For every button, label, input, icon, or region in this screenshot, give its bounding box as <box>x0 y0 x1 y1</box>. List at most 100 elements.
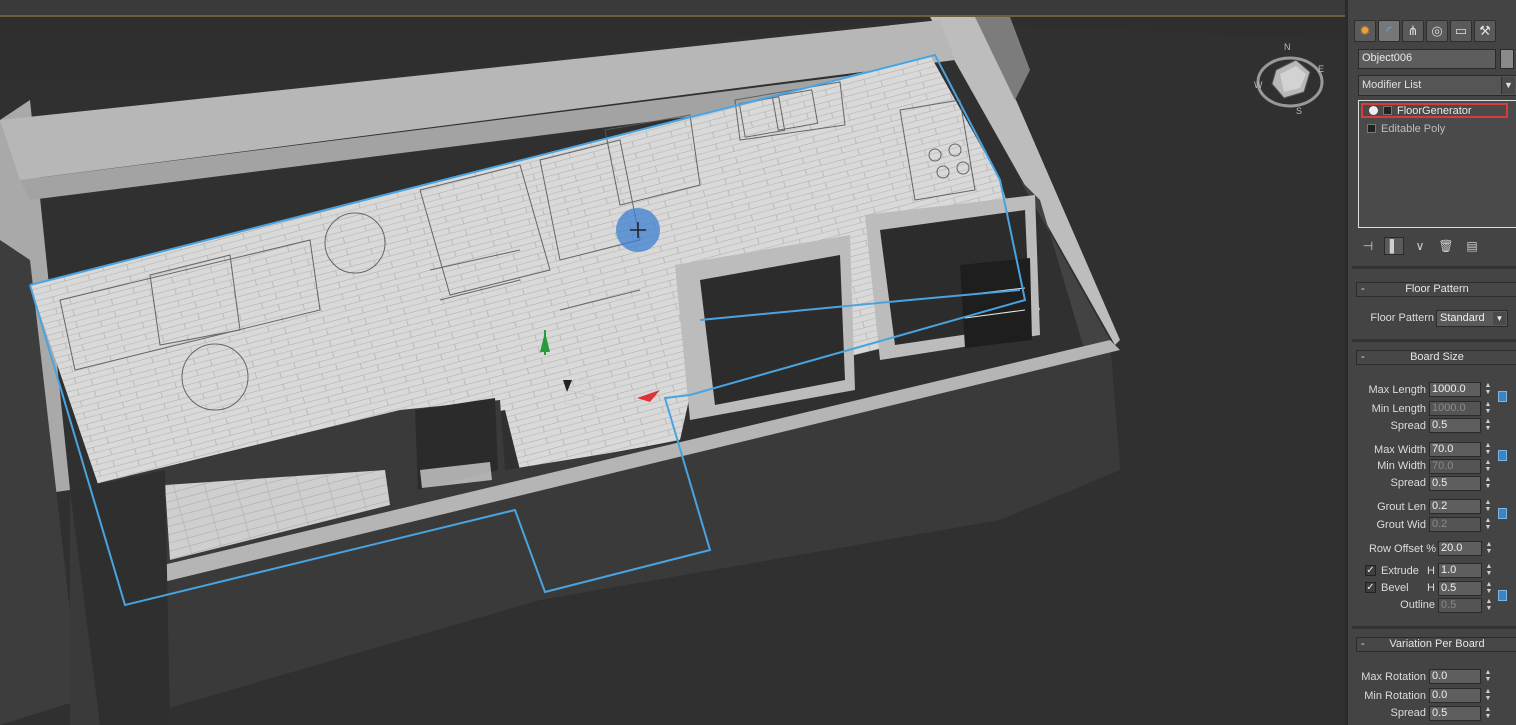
stack-item-label: FloorGenerator <box>1397 104 1472 117</box>
command-panel: ✹ ◜ ⋔ ◎ ▭ ⚒ Object006 Modifier List ▼ Fl… <box>1345 0 1516 725</box>
show-end-result-icon[interactable]: ▌ <box>1384 237 1404 255</box>
rollout-floor-pattern[interactable]: - Floor Pattern <box>1356 282 1516 297</box>
display-tab-icon[interactable]: ▭ <box>1450 20 1472 42</box>
floor-pattern-value: Standard <box>1440 312 1485 324</box>
rollout-board-size[interactable]: - Board Size <box>1356 350 1516 365</box>
panel-divider <box>1352 339 1516 342</box>
spinner-icon[interactable]: ▲ ▼ <box>1485 541 1493 556</box>
rotation-spread-field[interactable]: 0.5 <box>1429 706 1481 721</box>
spread-field[interactable]: 0.5 <box>1429 418 1481 433</box>
spinner-icon[interactable]: ▲ ▼ <box>1484 382 1492 397</box>
utilities-tab-icon[interactable]: ⚒ <box>1474 20 1496 42</box>
min-width-field[interactable]: 70.0 <box>1429 459 1481 474</box>
spread-field[interactable]: 0.5 <box>1429 476 1481 491</box>
spinner-icon[interactable]: ▲ ▼ <box>1485 598 1493 613</box>
chevron-down-icon: ▼ <box>1501 77 1515 94</box>
expand-icon[interactable] <box>1367 124 1376 133</box>
spread-label: Spread <box>1390 420 1426 432</box>
viewcube-west[interactable]: W <box>1254 80 1263 90</box>
viewcube-icon <box>1256 56 1324 108</box>
rollout-variation-per-board[interactable]: - Variation Per Board <box>1356 637 1516 652</box>
modifier-stack[interactable]: FloorGenerator Editable Poly <box>1358 100 1516 228</box>
motion-tab-icon[interactable]: ◎ <box>1426 20 1448 42</box>
floor-pattern-select[interactable]: Standard ▼ <box>1436 310 1508 327</box>
lock-bevel-icon[interactable] <box>1498 590 1507 601</box>
modify-tab-icon[interactable]: ◜ <box>1378 20 1400 42</box>
pin-stack-icon[interactable]: ⊣ <box>1358 237 1378 255</box>
max-rotation-label: Max Rotation <box>1361 671 1426 683</box>
spinner-icon[interactable]: ▲ ▼ <box>1485 581 1493 596</box>
grout-wid-field[interactable]: 0.2 <box>1429 517 1481 532</box>
extrude-h-label: H <box>1427 565 1435 577</box>
modifier-list-label: Modifier List <box>1362 79 1422 91</box>
row-offset-field[interactable]: 20.0 <box>1438 541 1482 556</box>
spread-label: Spread <box>1390 477 1426 489</box>
min-length-field[interactable]: 1000.0 <box>1429 401 1481 416</box>
object-color-swatch[interactable] <box>1500 49 1514 69</box>
viewcube[interactable]: N E S W <box>1252 42 1332 116</box>
spinner-icon[interactable]: ▲ ▼ <box>1484 517 1492 532</box>
bevel-h-label: H <box>1427 582 1435 594</box>
perspective-viewport[interactable]: N E S W <box>0 0 1345 725</box>
command-panel-tabs: ✹ ◜ ⋔ ◎ ▭ ⚒ <box>1354 20 1496 44</box>
hierarchy-tab-icon[interactable]: ⋔ <box>1402 20 1424 42</box>
bevel-checkbox[interactable]: ✓ <box>1365 582 1376 593</box>
spinner-icon[interactable]: ▲ ▼ <box>1484 706 1492 721</box>
max-length-label: Max Length <box>1368 384 1426 396</box>
object-name-field[interactable]: Object006 <box>1358 49 1496 69</box>
floor-pattern-label: Floor Pattern <box>1370 312 1434 324</box>
viewcube-south[interactable]: S <box>1296 106 1302 116</box>
grout-len-label: Grout Len <box>1377 501 1426 513</box>
rollout-title: Board Size <box>1410 351 1464 363</box>
spinner-icon[interactable]: ▲ ▼ <box>1484 476 1492 491</box>
chevron-down-icon: ▼ <box>1493 312 1506 325</box>
row-offset-label: Row Offset % <box>1368 543 1436 555</box>
lock-grout-icon[interactable] <box>1498 508 1507 519</box>
min-rotation-field[interactable]: 0.0 <box>1429 688 1481 703</box>
bevel-label: Bevel <box>1381 582 1409 594</box>
create-tab-icon[interactable]: ✹ <box>1354 20 1376 42</box>
viewcube-east[interactable]: E <box>1318 64 1324 74</box>
max-length-field[interactable]: 1000.0 <box>1429 382 1481 397</box>
extrude-h-field[interactable]: 1.0 <box>1438 563 1482 578</box>
min-width-label: Min Width <box>1377 460 1426 472</box>
stack-toolbar: ⊣ ▌ ∨ 🗑 ▤ <box>1358 236 1516 256</box>
rollout-title: Variation Per Board <box>1389 638 1485 650</box>
spinner-icon[interactable]: ▲ ▼ <box>1484 459 1492 474</box>
extrude-label: Extrude <box>1381 565 1419 577</box>
panel-divider <box>1352 626 1516 629</box>
outline-field[interactable]: 0.5 <box>1438 598 1482 613</box>
stack-item-floorgenerator[interactable]: FloorGenerator <box>1361 103 1508 118</box>
make-unique-icon[interactable]: ∨ <box>1410 237 1430 255</box>
rotation-spread-label: Spread <box>1390 707 1426 719</box>
spinner-icon[interactable]: ▲ ▼ <box>1484 401 1492 416</box>
outline-label: Outline <box>1400 599 1435 611</box>
expand-icon[interactable] <box>1383 106 1392 115</box>
lock-length-icon[interactable] <box>1498 391 1507 402</box>
max-width-field[interactable]: 70.0 <box>1429 442 1481 457</box>
stack-item-label: Editable Poly <box>1381 122 1446 135</box>
lightbulb-icon[interactable] <box>1369 106 1378 115</box>
max-rotation-field[interactable]: 0.0 <box>1429 669 1481 684</box>
remove-modifier-icon[interactable]: 🗑 <box>1436 237 1456 255</box>
spinner-icon[interactable]: ▲ ▼ <box>1484 669 1492 684</box>
spinner-icon[interactable]: ▲ ▼ <box>1484 688 1492 703</box>
spinner-icon[interactable]: ▲ ▼ <box>1485 563 1493 578</box>
extrude-checkbox[interactable]: ✓ <box>1365 565 1376 576</box>
min-length-label: Min Length <box>1371 403 1426 415</box>
spinner-icon[interactable]: ▲ ▼ <box>1484 499 1492 514</box>
scene-geometry <box>0 17 1345 725</box>
rollout-title: Floor Pattern <box>1405 283 1469 295</box>
spinner-icon[interactable]: ▲ ▼ <box>1484 418 1492 433</box>
configure-sets-icon[interactable]: ▤ <box>1462 237 1482 255</box>
min-rotation-label: Min Rotation <box>1364 690 1426 702</box>
viewcube-north[interactable]: N <box>1284 42 1291 52</box>
bevel-h-field[interactable]: 0.5 <box>1438 581 1482 596</box>
grout-len-field[interactable]: 0.2 <box>1429 499 1481 514</box>
lock-width-icon[interactable] <box>1498 450 1507 461</box>
stack-item-editable-poly[interactable]: Editable Poly <box>1367 121 1445 136</box>
max-width-label: Max Width <box>1374 444 1426 456</box>
grout-wid-label: Grout Wid <box>1376 519 1426 531</box>
modifier-list-dropdown[interactable]: Modifier List ▼ <box>1358 75 1516 96</box>
spinner-icon[interactable]: ▲ ▼ <box>1484 442 1492 457</box>
